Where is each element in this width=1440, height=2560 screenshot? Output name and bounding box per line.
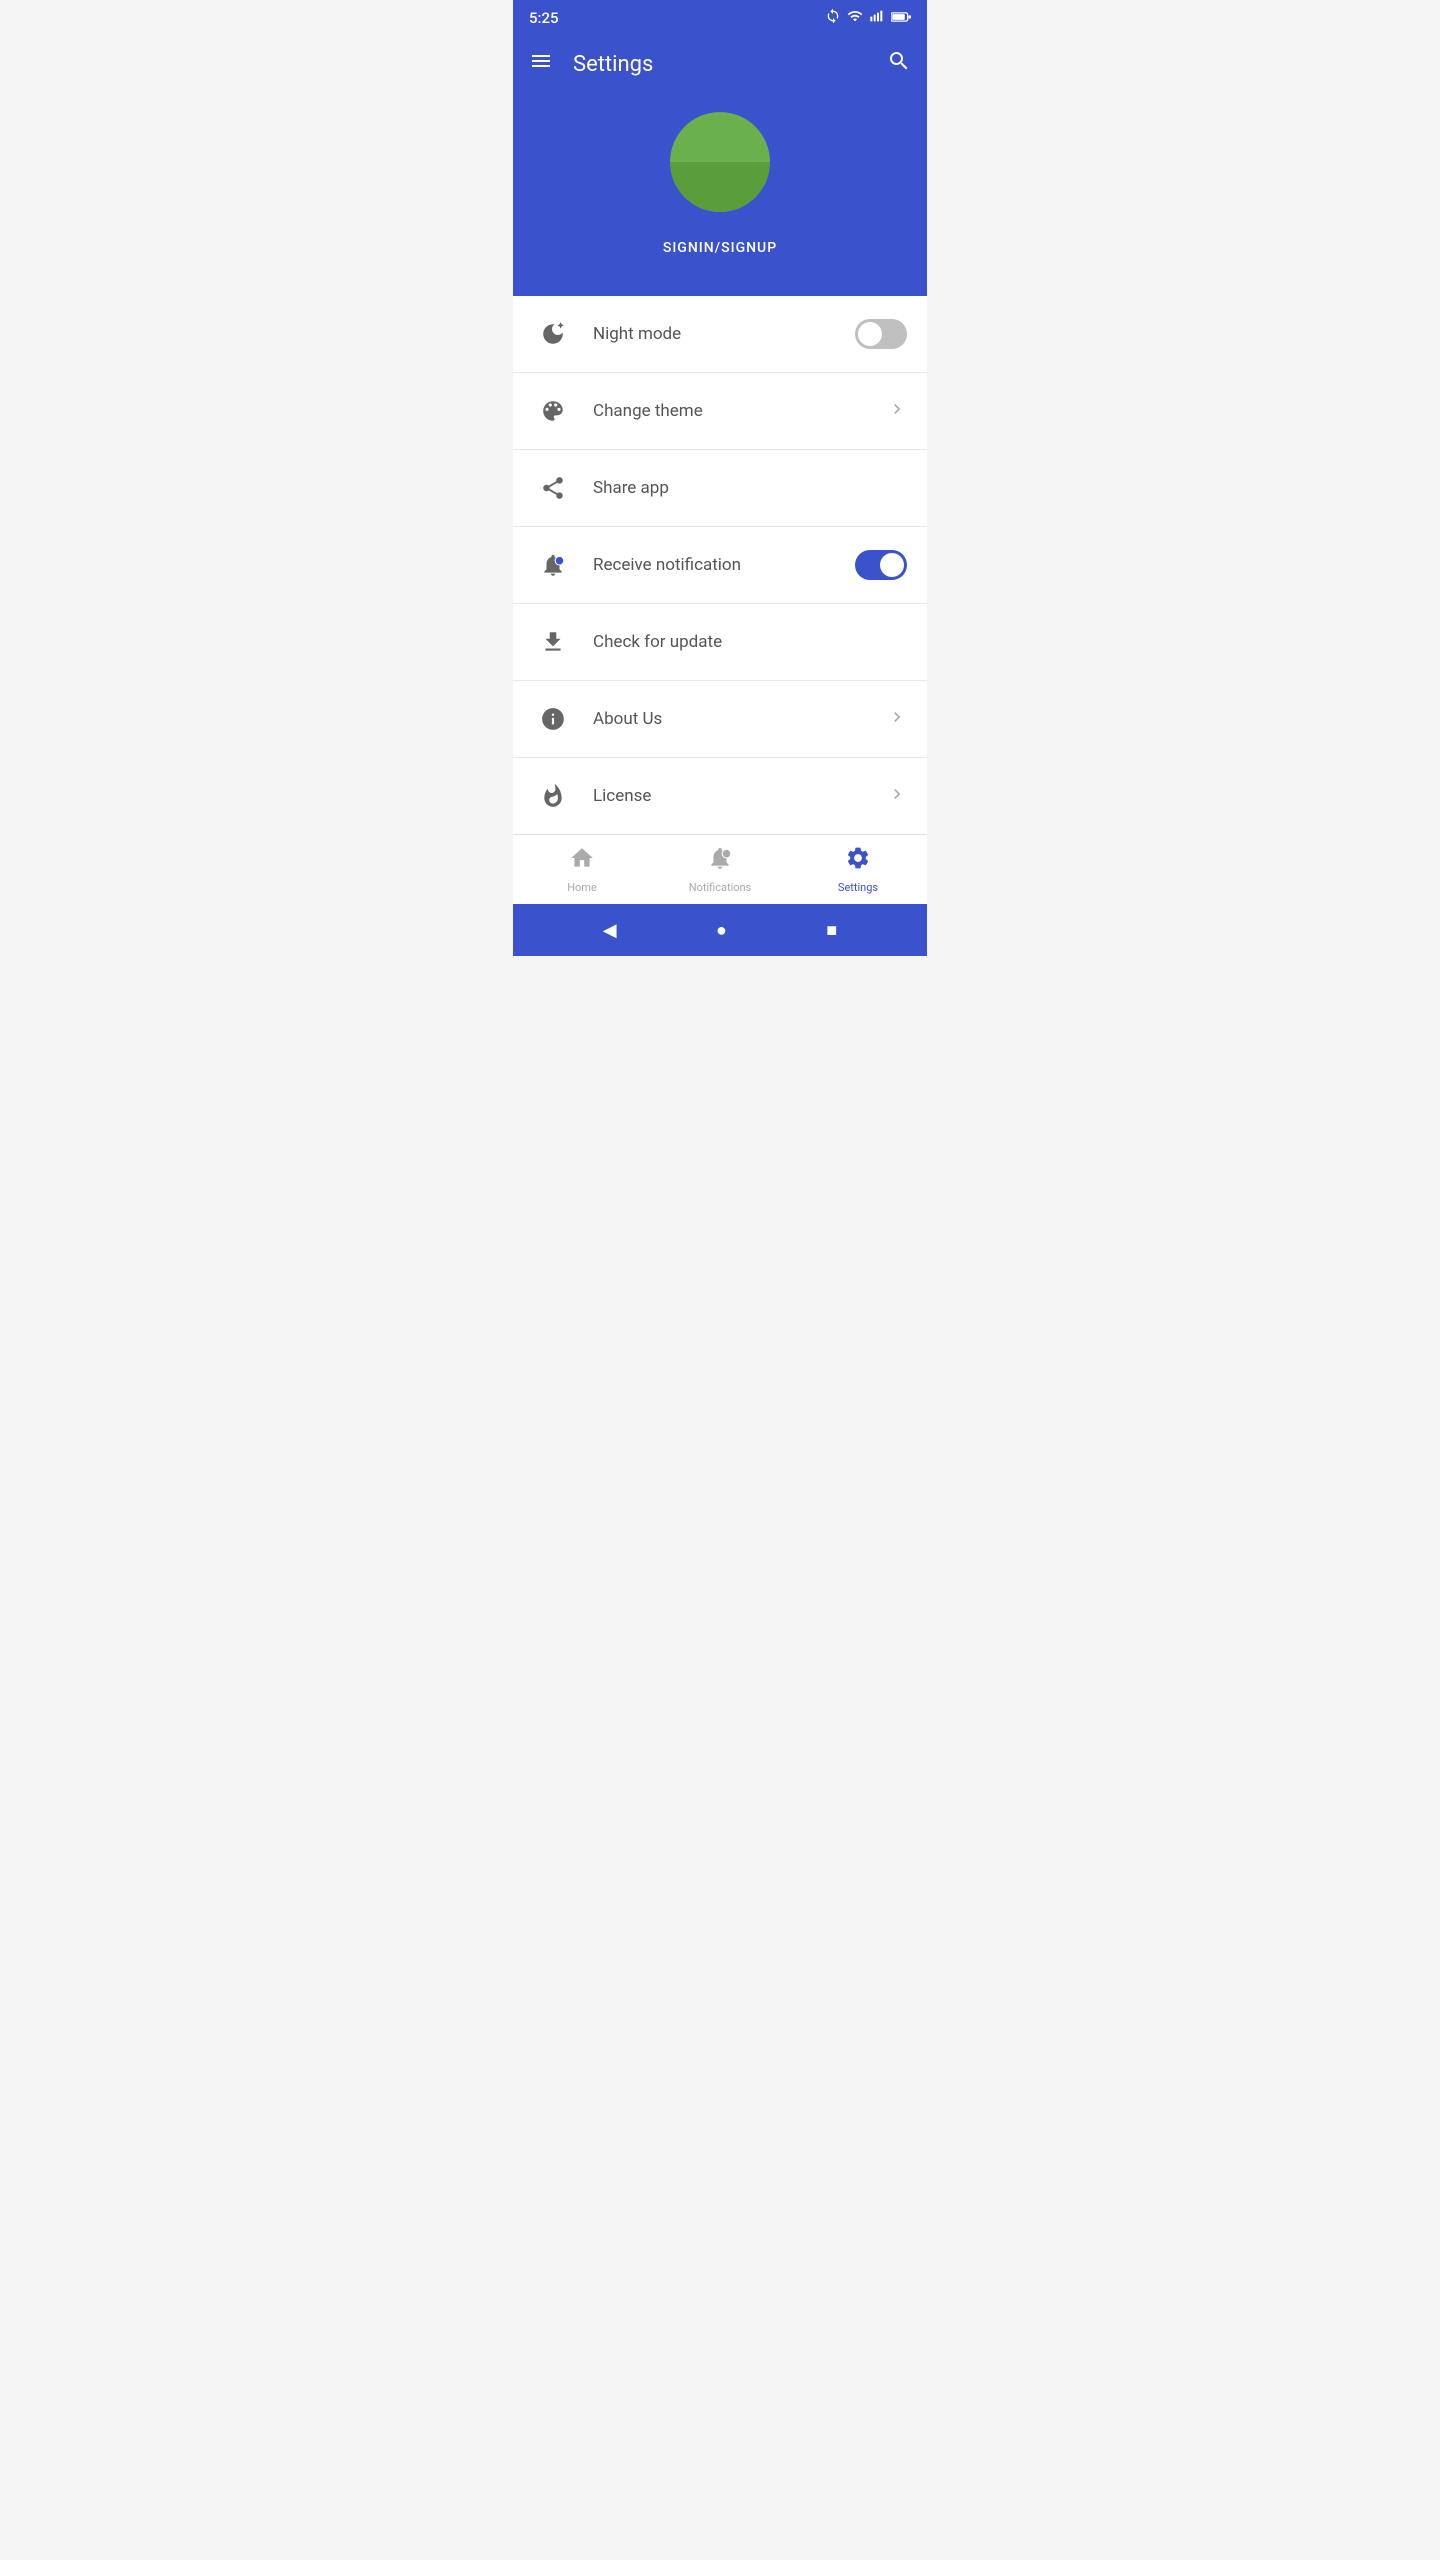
settings-item-share-app[interactable]: Share app — [513, 450, 927, 527]
home-nav-label: Home — [567, 881, 597, 894]
signal-icon — [869, 8, 885, 28]
settings-item-change-theme[interactable]: Change theme — [513, 373, 927, 450]
download-icon — [533, 622, 573, 662]
about-us-chevron — [887, 707, 907, 732]
notifications-nav-label: Notifications — [689, 881, 752, 894]
share-app-label: Share app — [593, 478, 907, 498]
home-icon — [569, 845, 595, 877]
wifi-icon — [847, 8, 863, 28]
bell-icon — [707, 845, 733, 877]
bottom-navigation: Home Notifications Settings — [513, 834, 927, 904]
settings-nav-label: Settings — [838, 881, 878, 894]
receive-notification-slider — [855, 550, 907, 580]
recent-button[interactable]: ■ — [826, 920, 837, 941]
bottom-nav-notifications[interactable]: Notifications — [651, 835, 789, 904]
settings-item-license[interactable]: License — [513, 758, 927, 834]
search-button[interactable] — [887, 49, 911, 79]
status-icons — [825, 8, 911, 28]
gear-icon — [845, 845, 871, 877]
sync-icon — [825, 8, 841, 28]
license-icon — [533, 776, 573, 816]
notification-icon — [533, 545, 573, 585]
change-theme-chevron — [887, 399, 907, 424]
night-mode-label: Night mode — [593, 324, 855, 344]
receive-notification-label: Receive notification — [593, 555, 855, 575]
receive-notification-toggle[interactable] — [855, 550, 907, 580]
settings-item-night-mode[interactable]: Night mode — [513, 296, 927, 373]
back-button[interactable]: ◀ — [603, 920, 617, 941]
bottom-nav-settings[interactable]: Settings — [789, 835, 927, 904]
change-theme-label: Change theme — [593, 401, 887, 421]
app-bar: Settings — [513, 36, 927, 92]
license-chevron — [887, 784, 907, 809]
settings-item-check-update[interactable]: Check for update — [513, 604, 927, 681]
profile-section[interactable]: SIGNIN/SIGNUP — [513, 92, 927, 296]
status-bar: 5:25 — [513, 0, 927, 36]
avatar-bottom-half — [670, 162, 770, 212]
settings-list: Night mode Change theme Share app — [513, 296, 927, 834]
settings-item-about-us[interactable]: About Us — [513, 681, 927, 758]
night-mode-slider — [855, 319, 907, 349]
avatar-circle — [670, 112, 770, 212]
check-update-label: Check for update — [593, 632, 907, 652]
night-mode-icon — [533, 314, 573, 354]
bottom-nav-home[interactable]: Home — [513, 835, 651, 904]
status-time: 5:25 — [529, 9, 559, 27]
about-us-label: About Us — [593, 709, 887, 729]
settings-item-receive-notification[interactable]: Receive notification — [513, 527, 927, 604]
system-navigation: ◀ ● ■ — [513, 904, 927, 956]
license-label: License — [593, 786, 887, 806]
home-button[interactable]: ● — [716, 920, 727, 941]
palette-icon — [533, 391, 573, 431]
info-icon — [533, 699, 573, 739]
avatar — [670, 112, 770, 212]
battery-icon — [891, 9, 911, 28]
night-mode-toggle[interactable] — [855, 319, 907, 349]
signin-signup-label[interactable]: SIGNIN/SIGNUP — [663, 240, 777, 256]
page-title: Settings — [573, 52, 887, 77]
menu-button[interactable] — [529, 49, 553, 79]
share-icon — [533, 468, 573, 508]
